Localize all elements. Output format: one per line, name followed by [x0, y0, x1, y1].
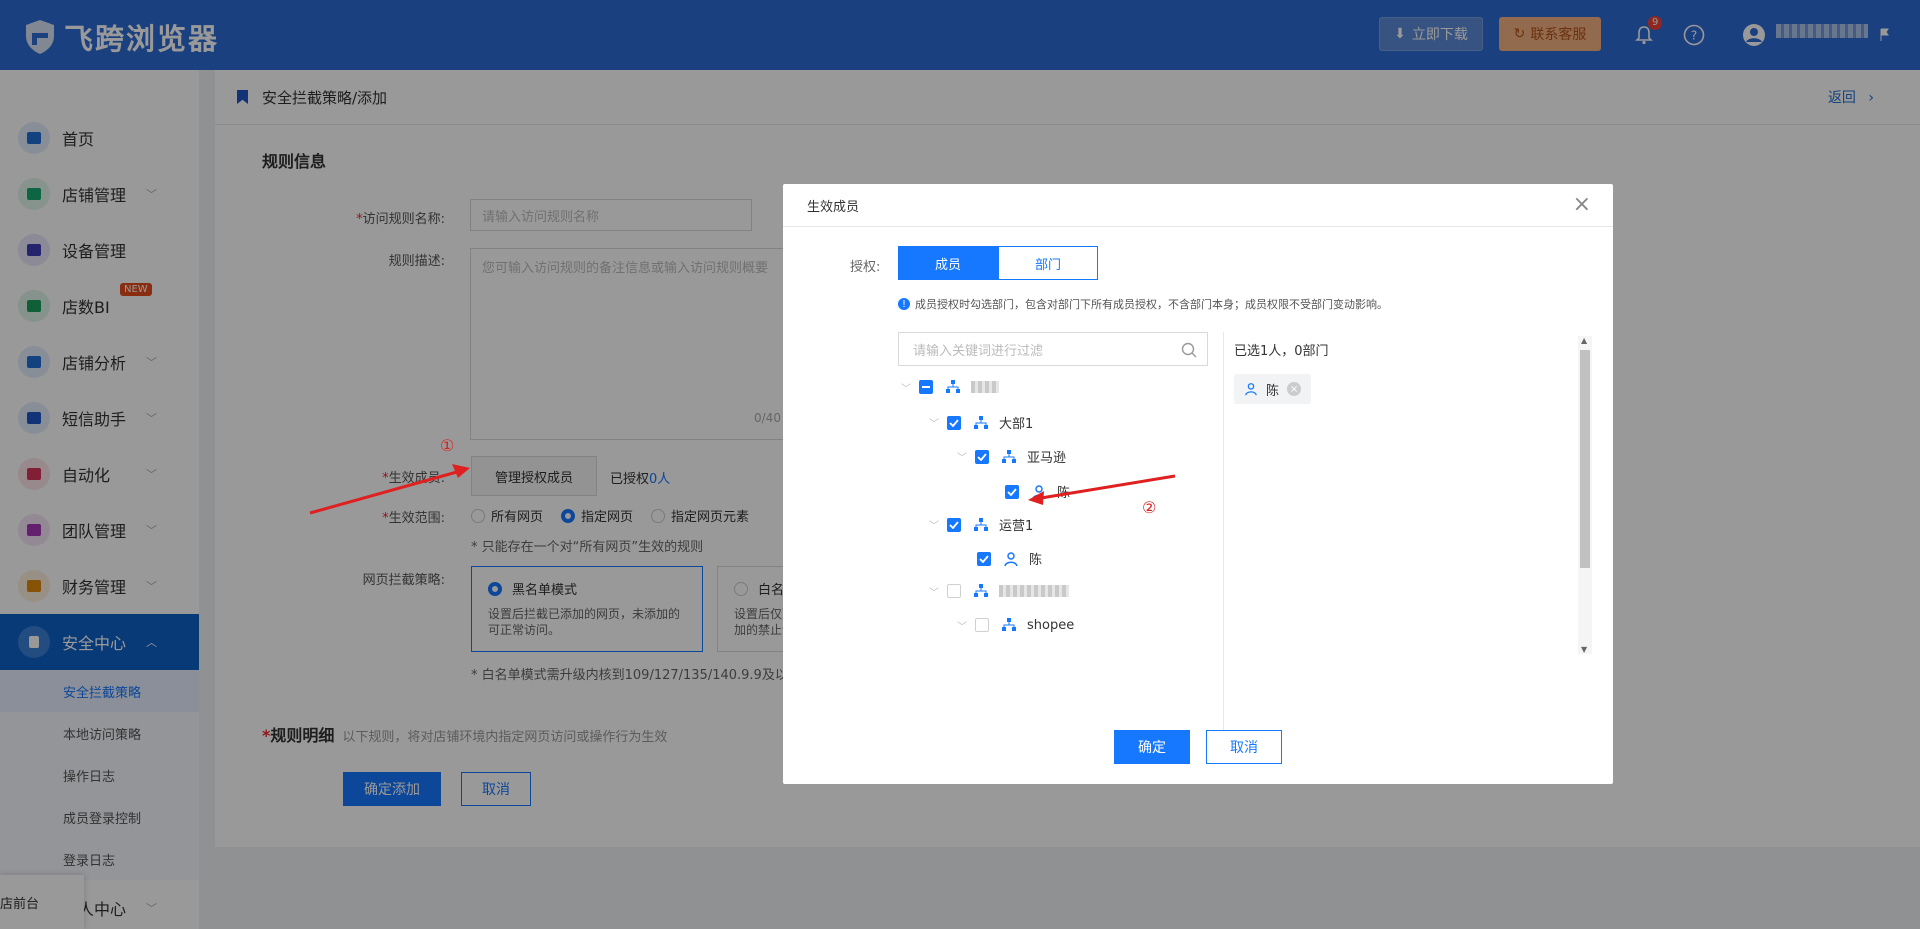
arrow-one — [309, 464, 470, 515]
annotation-one: ① — [440, 436, 455, 455]
annotation-layer — [309, 464, 1176, 515]
annotation-two: ② — [1142, 498, 1157, 517]
